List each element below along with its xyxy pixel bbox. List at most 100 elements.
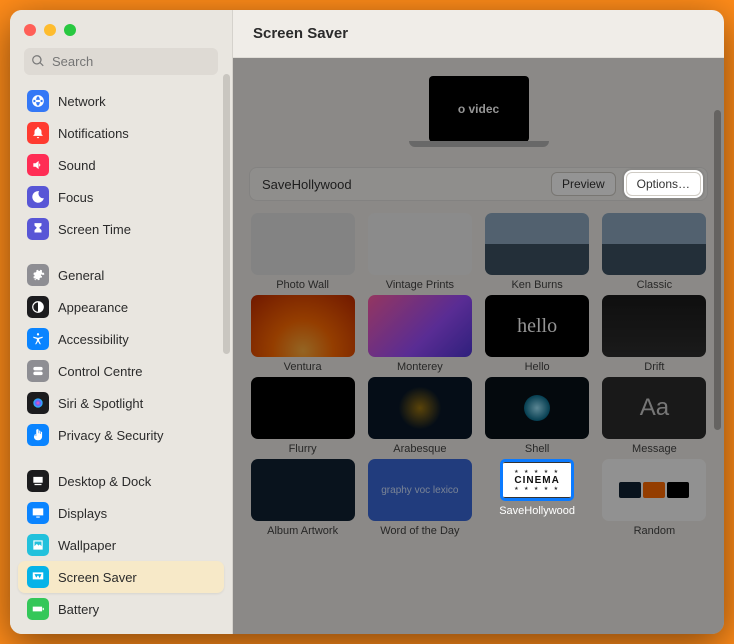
sidebar-item-displays[interactable]: Displays	[18, 497, 224, 529]
globe-icon	[27, 90, 49, 112]
close-icon[interactable]	[24, 24, 36, 36]
sidebar-item-label: Wallpaper	[58, 538, 116, 553]
sidebar-item-notifications[interactable]: Notifications	[18, 117, 224, 149]
sidebar-list: Network Notifications Sound Focus Screen Tim…	[10, 85, 232, 634]
saver-label: Classic	[637, 279, 672, 291]
moon-icon	[27, 186, 49, 208]
saver-label: Monterey	[397, 361, 443, 373]
sidebar-item-appearance[interactable]: Appearance	[18, 291, 224, 323]
sidebar-item-screen-time[interactable]: Screen Time	[18, 213, 224, 245]
saver-ventura[interactable]: Ventura	[247, 295, 358, 373]
wallpaper-icon	[27, 534, 49, 556]
saver-label: Ventura	[284, 361, 322, 373]
sidebar-item-label: Screen Time	[58, 222, 131, 237]
sidebar-item-siri-spotlight[interactable]: Siri & Spotlight	[18, 387, 224, 419]
saver-shell[interactable]: Shell	[482, 377, 593, 455]
saver-thumbnail	[251, 295, 355, 357]
saver-label: Album Artwork	[267, 525, 338, 537]
sidebar-item-label: Focus	[58, 190, 93, 205]
sidebar-item-network[interactable]: Network	[18, 85, 224, 117]
sidebar-item-control-centre[interactable]: Control Centre	[18, 355, 224, 387]
minimize-icon[interactable]	[44, 24, 56, 36]
saver-thumbnail: ★ ★ ★ ★ ★CINEMA★ ★ ★ ★ ★	[500, 459, 574, 501]
sidebar-item-desktop-dock[interactable]: Desktop & Dock	[18, 465, 224, 497]
sidebar-item-label: Siri & Spotlight	[58, 396, 143, 411]
sidebar-item-wallpaper[interactable]: Wallpaper	[18, 529, 224, 561]
sidebar-item-focus[interactable]: Focus	[18, 181, 224, 213]
gear-icon	[27, 264, 49, 286]
saver-arabesque[interactable]: Arabesque	[364, 377, 475, 455]
sidebar-item-privacy-security[interactable]: Privacy & Security	[18, 419, 224, 451]
hourglass-icon	[27, 218, 49, 240]
saver-label: Photo Wall	[276, 279, 329, 291]
screensaver-icon	[27, 566, 49, 588]
saver-thumbnail: Aa	[602, 377, 706, 439]
sidebar-item-sound[interactable]: Sound	[18, 149, 224, 181]
saver-random[interactable]: Random	[599, 459, 710, 537]
saver-ken-burns[interactable]: Ken Burns	[482, 213, 593, 291]
saver-hello[interactable]: hello Hello	[482, 295, 593, 373]
preview-screen: o videc	[429, 76, 529, 142]
sidebar-item-label: Network	[58, 94, 106, 109]
saver-label: Ken Burns	[511, 279, 562, 291]
maximize-icon[interactable]	[64, 24, 76, 36]
saver-label: Flurry	[289, 443, 317, 455]
saver-label: Hello	[525, 361, 550, 373]
sidebar-item-label: Desktop & Dock	[58, 474, 151, 489]
content-area: o videc SaveHollywood Preview Options… P…	[233, 58, 724, 634]
accessibility-icon	[27, 328, 49, 350]
sidebar-item-screen-saver[interactable]: Screen Saver	[18, 561, 224, 593]
saver-thumbnail: hello	[485, 295, 589, 357]
speaker-icon	[27, 154, 49, 176]
siri-icon	[27, 392, 49, 414]
saver-thumbnail	[368, 213, 472, 275]
saver-label: Drift	[644, 361, 664, 373]
saver-info-bar: SaveHollywood Preview Options…	[249, 167, 708, 201]
saver-thumbnail: graphy voc lexico	[368, 459, 472, 521]
saver-label: Shell	[525, 443, 549, 455]
saver-album-artwork[interactable]: Album Artwork	[247, 459, 358, 537]
bell-icon	[27, 122, 49, 144]
saver-flurry[interactable]: Flurry	[247, 377, 358, 455]
saver-thumbnail	[251, 377, 355, 439]
sidebar-item-battery[interactable]: Battery	[18, 593, 224, 625]
page-title: Screen Saver	[233, 10, 724, 58]
saver-word-of-the-day[interactable]: graphy voc lexicoWord of the Day	[364, 459, 475, 537]
display-icon	[27, 502, 49, 524]
saver-grid: Photo Wall Vintage Prints Ken Burns Classic…	[233, 213, 724, 551]
search-field-wrap	[24, 48, 218, 75]
ticket-icon: ★ ★ ★ ★ ★CINEMA★ ★ ★ ★ ★	[500, 462, 574, 498]
saver-drift[interactable]: Drift	[599, 295, 710, 373]
saver-label: Random	[634, 525, 676, 537]
saver-thumbnail	[602, 459, 706, 521]
current-saver-name: SaveHollywood	[262, 177, 541, 192]
traffic-lights	[10, 10, 232, 44]
content-scrollbar[interactable]	[714, 110, 721, 580]
saver-savehollywood[interactable]: ★ ★ ★ ★ ★CINEMA★ ★ ★ ★ ★ SaveHollywood	[482, 459, 593, 537]
sidebar-item-label: Privacy & Security	[58, 428, 163, 443]
saver-label: Message	[632, 443, 677, 455]
options-button[interactable]: Options…	[626, 172, 701, 196]
saver-label: SaveHollywood	[499, 505, 575, 517]
sidebar-item-label: Appearance	[58, 300, 128, 315]
saver-monterey[interactable]: Monterey	[364, 295, 475, 373]
main-panel: Screen Saver o videc SaveHollywood Previ…	[233, 10, 724, 634]
search-icon	[31, 54, 45, 68]
search-input[interactable]	[24, 48, 218, 75]
saver-photo-wall[interactable]: Photo Wall	[247, 213, 358, 291]
saver-thumbnail	[368, 295, 472, 357]
battery-icon	[27, 598, 49, 620]
sidebar-item-accessibility[interactable]: Accessibility	[18, 323, 224, 355]
sidebar-item-label: Notifications	[58, 126, 129, 141]
saver-classic[interactable]: Classic	[599, 213, 710, 291]
sidebar-scrollbar[interactable]	[223, 70, 230, 550]
sidebar-item-general[interactable]: General	[18, 259, 224, 291]
sidebar-item-label: Screen Saver	[58, 570, 137, 585]
dock-icon	[27, 470, 49, 492]
preview-area: o videc	[233, 58, 724, 157]
preview-button[interactable]: Preview	[551, 172, 616, 196]
saver-thumbnail	[485, 213, 589, 275]
saver-vintage-prints[interactable]: Vintage Prints	[364, 213, 475, 291]
sidebar-item-label: Battery	[58, 602, 99, 617]
saver-message[interactable]: Aa Message	[599, 377, 710, 455]
